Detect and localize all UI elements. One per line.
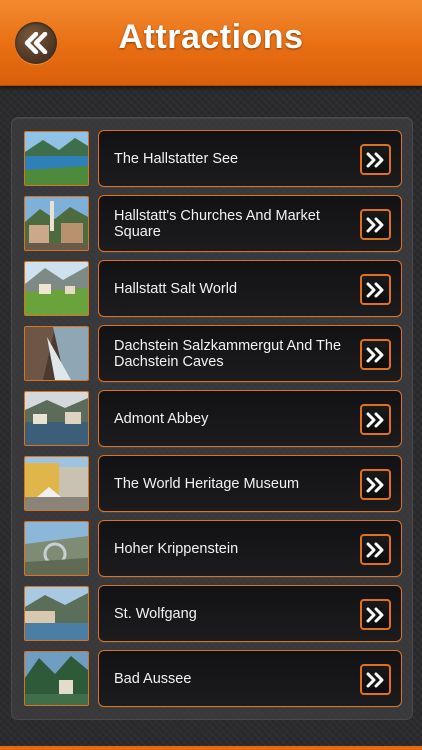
header-bar: Attractions — [0, 0, 422, 86]
list-item-label: The Hallstatter See — [114, 150, 239, 167]
double-chevron-right-icon — [366, 477, 386, 493]
thumbnail-image — [24, 456, 89, 511]
list-item[interactable]: Admont Abbey — [12, 390, 412, 448]
list-item-label: Admont Abbey — [114, 410, 209, 427]
double-chevron-right-icon — [366, 542, 386, 558]
thumbnail-image — [24, 651, 89, 706]
list-item-label: Hoher Krippenstein — [114, 540, 239, 557]
open-item-button[interactable] — [360, 209, 391, 240]
open-item-button[interactable] — [360, 144, 391, 175]
page-title: Attractions — [118, 18, 304, 56]
open-item-button[interactable] — [360, 404, 391, 435]
list-item[interactable]: Bad Aussee — [12, 650, 412, 708]
list-item[interactable]: Dachstein Salzkammergut And The Dachstei… — [12, 325, 412, 383]
attractions-list: The Hallstatter See Hallstatt's Churches… — [11, 117, 413, 720]
bottom-accent-strip — [0, 746, 422, 750]
double-chevron-right-icon — [366, 152, 386, 168]
list-item[interactable]: Hoher Krippenstein — [12, 520, 412, 578]
thumbnail-image — [24, 391, 89, 446]
double-chevron-right-icon — [366, 217, 386, 233]
list-item-button[interactable]: Bad Aussee — [98, 650, 402, 707]
open-item-button[interactable] — [360, 339, 391, 370]
list-item-button[interactable]: Hoher Krippenstein — [98, 520, 402, 577]
thumbnail-image — [24, 521, 89, 576]
double-chevron-right-icon — [366, 607, 386, 623]
double-chevron-right-icon — [366, 412, 386, 428]
list-item[interactable]: The Hallstatter See — [12, 130, 412, 188]
open-item-button[interactable] — [360, 664, 391, 695]
double-chevron-right-icon — [366, 672, 386, 688]
list-item-label: Hallstatt Salt World — [114, 280, 238, 297]
list-item-button[interactable]: Hallstatt's Churches And Market Square — [98, 195, 402, 252]
open-item-button[interactable] — [360, 274, 391, 305]
list-item-button[interactable]: Admont Abbey — [98, 390, 402, 447]
open-item-button[interactable] — [360, 599, 391, 630]
list-item-button[interactable]: Dachstein Salzkammergut And The Dachstei… — [98, 325, 402, 382]
double-chevron-right-icon — [366, 347, 386, 363]
list-item-label: Dachstein Salzkammergut And The Dachstei… — [114, 337, 342, 370]
list-item[interactable]: The World Heritage Museum — [12, 455, 412, 513]
list-item-button[interactable]: St. Wolfgang — [98, 585, 402, 642]
list-item-label: The World Heritage Museum — [114, 475, 300, 492]
double-chevron-right-icon — [366, 282, 386, 298]
list-item[interactable]: Hallstatt Salt World — [12, 260, 412, 318]
list-item-label: Hallstatt's Churches And Market Square — [114, 207, 320, 240]
open-item-button[interactable] — [360, 534, 391, 565]
list-item-label: St. Wolfgang — [114, 605, 197, 622]
thumbnail-image — [24, 196, 89, 251]
list-item[interactable]: St. Wolfgang — [12, 585, 412, 643]
list-item-button[interactable]: Hallstatt Salt World — [98, 260, 402, 317]
list-item-button[interactable]: The World Heritage Museum — [98, 455, 402, 512]
list-item-label: Bad Aussee — [114, 670, 192, 687]
open-item-button[interactable] — [360, 469, 391, 500]
thumbnail-image — [24, 131, 89, 186]
thumbnail-image — [24, 326, 89, 381]
thumbnail-image — [24, 261, 89, 316]
list-item[interactable]: Hallstatt's Churches And Market Square — [12, 195, 412, 253]
list-item-button[interactable]: The Hallstatter See — [98, 130, 402, 187]
thumbnail-image — [24, 586, 89, 641]
